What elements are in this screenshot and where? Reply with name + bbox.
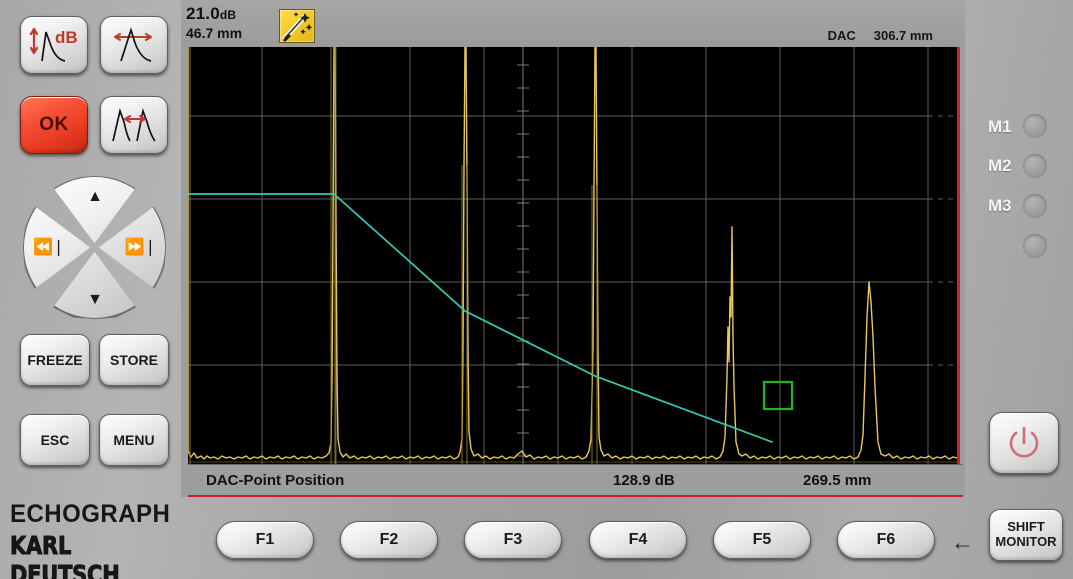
power-icon xyxy=(1002,421,1046,465)
marker-label-m3: M3 xyxy=(988,196,1012,215)
dac-mode-label: DAC xyxy=(827,28,856,43)
brand-product-name: ECHOGRAPH xyxy=(10,500,171,528)
marker-label-m2: M2 xyxy=(988,156,1012,175)
gain-unit: dB xyxy=(219,8,237,22)
magic-wand-icon[interactable] xyxy=(279,9,315,43)
gate-width-key[interactable] xyxy=(100,96,168,154)
grid-horizontal-dashed xyxy=(928,115,957,366)
f2-label: F2 xyxy=(379,531,399,548)
marker-led-2 xyxy=(1023,154,1047,178)
svg-text:dB: dB xyxy=(55,28,78,47)
gate-position-key[interactable] xyxy=(100,16,168,74)
dac-mode-readout: DAC 306.7 mm xyxy=(828,28,933,43)
status-position-value: 269.5 mm xyxy=(803,471,872,489)
dac-point-cursor xyxy=(762,380,794,411)
function-key-f3[interactable]: F3 xyxy=(464,521,562,559)
gain-value: 21.0dB xyxy=(186,4,242,24)
skip-next-icon: ⏩❘ xyxy=(124,238,157,256)
menu-button[interactable]: MENU xyxy=(99,414,169,466)
gate-position-icon xyxy=(105,23,163,67)
shift-monitor-button[interactable]: SHIFT MONITOR xyxy=(989,509,1063,561)
gain-number: 21.0 xyxy=(186,4,220,23)
store-label: STORE xyxy=(110,352,158,368)
status-bar: DAC-Point Position 128.9 dB 269.5 mm xyxy=(188,464,963,497)
gain-key[interactable]: dB xyxy=(20,16,88,74)
screen-header: 21.0dB 46.7 mm DAC 306.7 mm xyxy=(181,0,965,47)
marker-led-3 xyxy=(1023,194,1047,218)
function-key-f5[interactable]: F5 xyxy=(713,521,811,559)
marker-label-m1: M1 xyxy=(988,117,1012,136)
store-button[interactable]: STORE xyxy=(99,334,169,386)
arrow-left-icon: ← xyxy=(951,529,974,555)
a-scan-plot[interactable] xyxy=(188,47,960,464)
shift-label: SHIFT xyxy=(1007,519,1045,535)
gain-readout: 21.0dB 46.7 mm xyxy=(186,4,242,41)
function-key-f1[interactable]: F1 xyxy=(216,521,314,559)
power-button[interactable] xyxy=(989,412,1059,474)
brand-logo: ECHOGRAPH KARL DEUTSCH xyxy=(10,500,190,579)
a-scan-svg xyxy=(188,47,957,464)
monitor-label: MONITOR xyxy=(995,534,1057,549)
echo-trace xyxy=(188,47,957,460)
function-key-f4[interactable]: F4 xyxy=(589,521,687,559)
marker-led-4 xyxy=(1023,234,1047,258)
range-value: 46.7 mm xyxy=(186,25,243,41)
status-parameter-label: DAC-Point Position xyxy=(206,471,345,489)
instrument-screen: 21.0dB 46.7 mm DAC 306.7 mm DAC-Point Po… xyxy=(181,0,965,497)
gain-db-icon: dB xyxy=(25,23,83,67)
freeze-button[interactable]: FREEZE xyxy=(20,334,90,386)
freeze-label: FREEZE xyxy=(27,352,83,368)
dac-curve xyxy=(188,193,773,443)
function-key-f6[interactable]: F6 xyxy=(837,521,935,559)
ok-button[interactable]: OK xyxy=(20,96,88,154)
f3-label: F3 xyxy=(503,531,523,548)
esc-button[interactable]: ESC xyxy=(20,414,90,466)
f5-label: F5 xyxy=(752,531,772,548)
esc-label: ESC xyxy=(40,432,70,448)
f1-label: F1 xyxy=(255,531,275,548)
echo-trace-shadow xyxy=(189,47,598,464)
menu-label: MENU xyxy=(113,432,155,448)
function-key-f2[interactable]: F2 xyxy=(340,521,438,559)
brand-manufacturer-name: KARL DEUTSCH xyxy=(10,531,121,579)
navigation-dpad[interactable]: ▲ ▼ ⏪❘ ⏩❘ xyxy=(23,176,166,319)
ok-label: OK xyxy=(39,114,69,135)
dac-range-value: 306.7 mm xyxy=(873,28,933,43)
center-ruler xyxy=(517,47,529,464)
status-amplitude-value: 128.9 dB xyxy=(613,471,675,489)
gate-width-icon xyxy=(105,103,163,147)
marker-led-1 xyxy=(1023,114,1047,138)
f6-label: F6 xyxy=(876,531,896,548)
dpad-next-button[interactable]: ⏩❘ xyxy=(23,176,166,319)
f4-label: F4 xyxy=(628,531,648,548)
